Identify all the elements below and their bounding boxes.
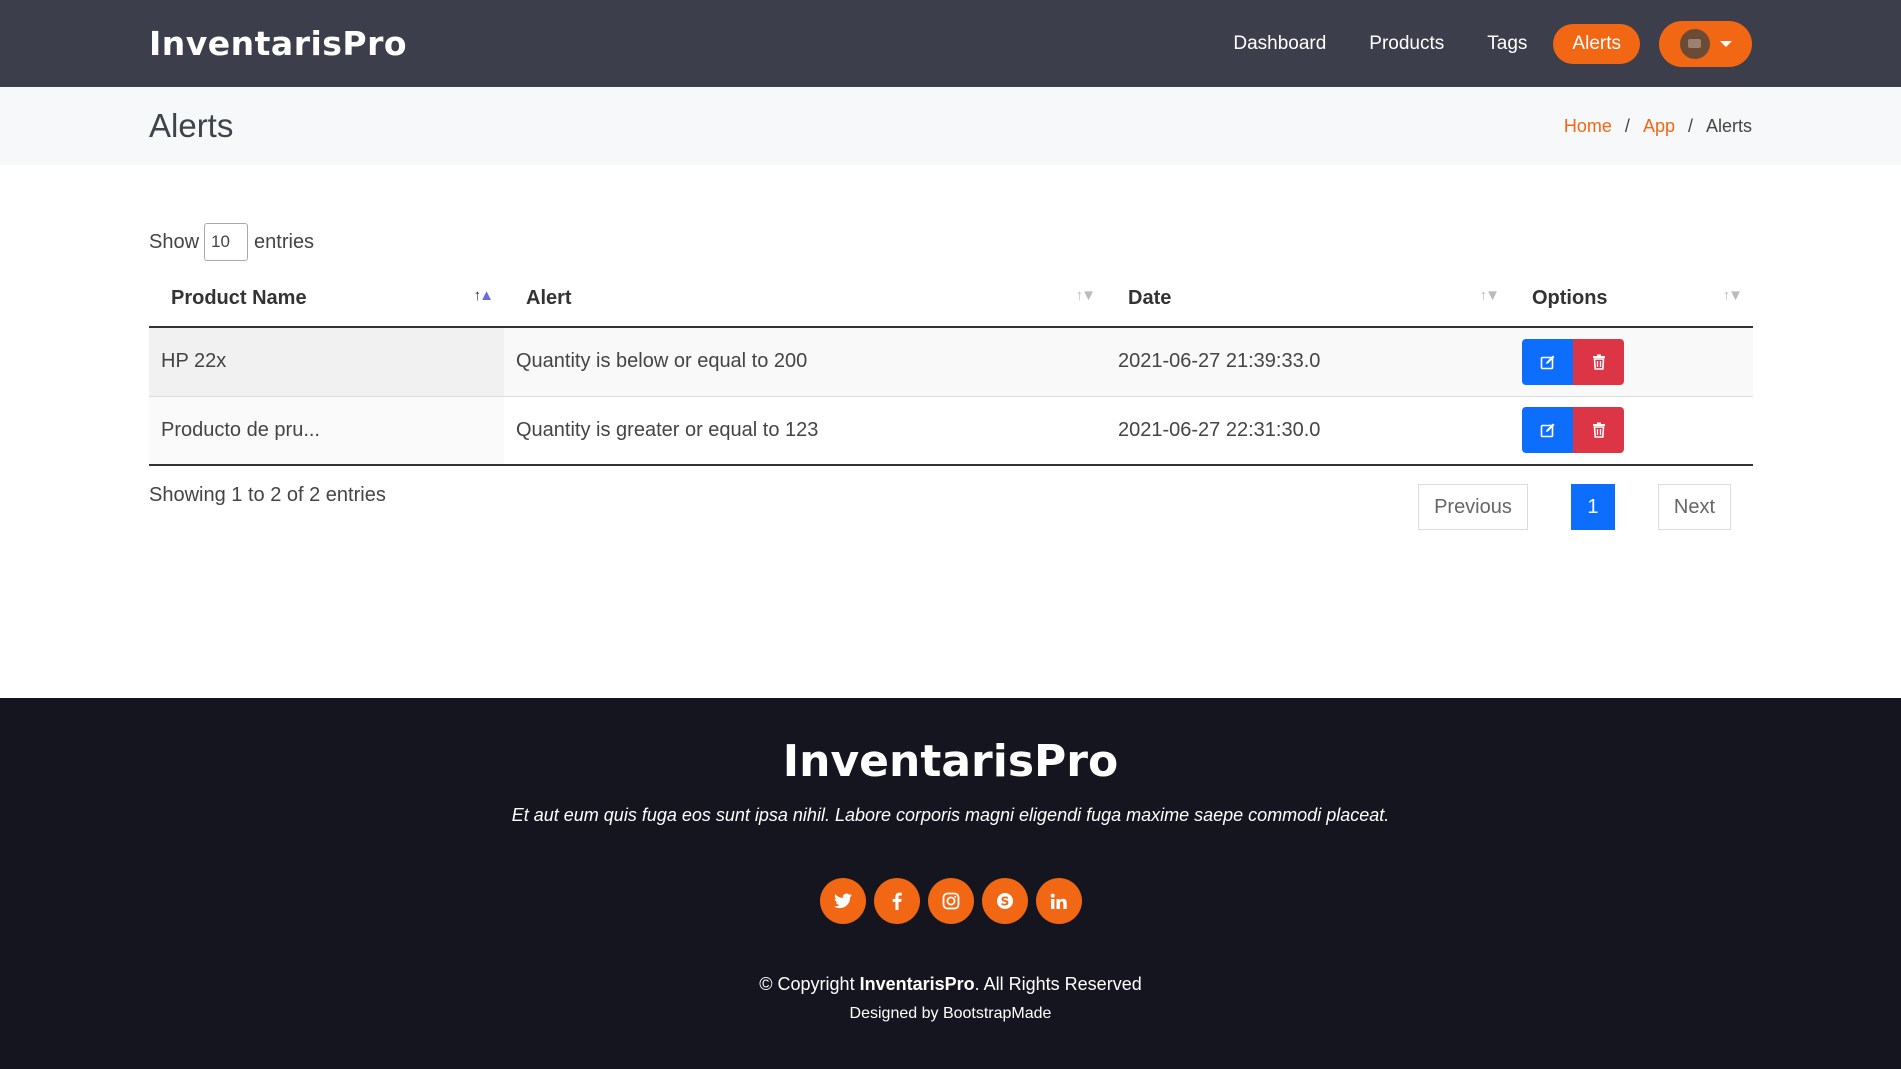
breadcrumb-separator: / bbox=[1624, 115, 1630, 136]
sort-ascending-icon: ↑▲ bbox=[473, 287, 494, 304]
table-footer: Showing 1 to 2 of 2 entries Previous 1 N… bbox=[149, 484, 1752, 530]
cell-alert: Quantity is below or equal to 200 bbox=[504, 327, 1106, 397]
twitter-icon[interactable] bbox=[819, 878, 866, 924]
copyright-prefix: © Copyright bbox=[759, 974, 855, 994]
trash-icon bbox=[1592, 422, 1605, 439]
breadcrumb-bar: Alerts Home / App / Alerts bbox=[0, 87, 1901, 165]
table-row: Producto de pru... Quantity is greater o… bbox=[149, 396, 1753, 466]
edit-icon bbox=[1540, 423, 1554, 438]
cell-product-name: Producto de pru... bbox=[149, 396, 504, 466]
sort-icon: ↑▼ bbox=[1075, 287, 1096, 304]
page-title: Alerts bbox=[149, 107, 234, 144]
previous-page-button[interactable]: Previous bbox=[1418, 484, 1528, 530]
sort-icon: ↑▼ bbox=[1722, 287, 1743, 304]
column-header-alert[interactable]: Alert ↑▼ bbox=[504, 271, 1106, 328]
column-header-label: Options bbox=[1532, 287, 1608, 309]
delete-button[interactable] bbox=[1573, 407, 1624, 454]
top-navbar: InventarisPro Dashboard Products Tags Al… bbox=[0, 0, 1901, 87]
nav-alerts[interactable]: Alerts bbox=[1553, 23, 1640, 64]
app-logo[interactable]: InventarisPro bbox=[149, 24, 407, 63]
length-label-after: entries bbox=[254, 230, 315, 253]
column-header-label: Product Name bbox=[171, 287, 307, 309]
footer-tagline: Et aut eum quis fuga eos sunt ipsa nihil… bbox=[511, 805, 1390, 825]
column-header-label: Date bbox=[1128, 287, 1172, 309]
cell-options bbox=[1510, 327, 1753, 397]
column-header-options[interactable]: Options ↑▼ bbox=[1510, 271, 1753, 328]
alerts-table: Product Name ↑▲ Alert ↑▼ Date ↑▼ Options… bbox=[149, 271, 1753, 466]
entries-length-control: Show entries bbox=[149, 223, 1752, 261]
edit-icon bbox=[1540, 355, 1554, 370]
breadcrumb: Home / App / Alerts bbox=[1564, 116, 1752, 137]
entries-per-page-select[interactable] bbox=[204, 223, 249, 261]
page-1-button[interactable]: 1 bbox=[1570, 484, 1615, 530]
chevron-down-icon bbox=[1719, 40, 1732, 47]
breadcrumb-separator: / bbox=[1687, 115, 1693, 136]
breadcrumb-app[interactable]: App bbox=[1643, 116, 1675, 137]
credits: Designed by BootstrapMade bbox=[849, 1005, 1052, 1022]
table-row: HP 22x Quantity is below or equal to 200… bbox=[149, 327, 1753, 397]
pagination: Previous 1 Next bbox=[1418, 484, 1731, 530]
copyright-brand: InventarisPro bbox=[859, 974, 975, 994]
social-links: S bbox=[0, 878, 1901, 924]
main-nav: Dashboard Products Tags Alerts bbox=[1190, 20, 1752, 67]
footer-logo: InventarisPro bbox=[782, 736, 1119, 787]
next-page-button[interactable]: Next bbox=[1657, 484, 1731, 530]
skype-icon[interactable]: S bbox=[981, 878, 1028, 924]
instagram-icon[interactable] bbox=[927, 878, 974, 924]
cell-date: 2021-06-27 21:39:33.0 bbox=[1106, 327, 1510, 397]
row-actions bbox=[1522, 407, 1753, 454]
copyright-suffix: . All Rights Reserved bbox=[974, 974, 1142, 994]
main-content: Show entries Product Name ↑▲ Alert ↑▼ Da… bbox=[0, 223, 1901, 530]
column-header-label: Alert bbox=[526, 287, 572, 309]
nav-products[interactable]: Products bbox=[1369, 33, 1444, 55]
linkedin-icon[interactable] bbox=[1035, 878, 1082, 924]
edit-button[interactable] bbox=[1522, 407, 1573, 454]
delete-button[interactable] bbox=[1573, 338, 1624, 385]
trash-icon bbox=[1592, 354, 1605, 370]
nav-dashboard[interactable]: Dashboard bbox=[1233, 33, 1326, 55]
nav-tags[interactable]: Tags bbox=[1487, 33, 1527, 55]
column-header-date[interactable]: Date ↑▼ bbox=[1106, 271, 1510, 328]
profile-dropdown-button[interactable] bbox=[1659, 20, 1752, 67]
copyright: © Copyright InventarisPro. All Rights Re… bbox=[0, 974, 1901, 995]
breadcrumb-home[interactable]: Home bbox=[1564, 116, 1612, 137]
sort-icon: ↑▼ bbox=[1479, 287, 1500, 304]
avatar bbox=[1679, 28, 1710, 59]
edit-button[interactable] bbox=[1522, 338, 1573, 385]
row-actions bbox=[1522, 338, 1753, 385]
breadcrumb-current: Alerts bbox=[1705, 115, 1752, 136]
site-footer: InventarisPro Et aut eum quis fuga eos s… bbox=[0, 698, 1901, 1069]
cell-product-name: HP 22x bbox=[149, 327, 504, 397]
cell-alert: Quantity is greater or equal to 123 bbox=[504, 396, 1106, 466]
facebook-icon[interactable] bbox=[873, 878, 920, 924]
length-label-before: Show bbox=[149, 230, 200, 253]
table-info: Showing 1 to 2 of 2 entries bbox=[149, 484, 386, 506]
cell-options bbox=[1510, 396, 1753, 466]
cell-date: 2021-06-27 22:31:30.0 bbox=[1106, 396, 1510, 466]
column-header-product-name[interactable]: Product Name ↑▲ bbox=[149, 271, 504, 328]
svg-text:S: S bbox=[1000, 894, 1009, 908]
